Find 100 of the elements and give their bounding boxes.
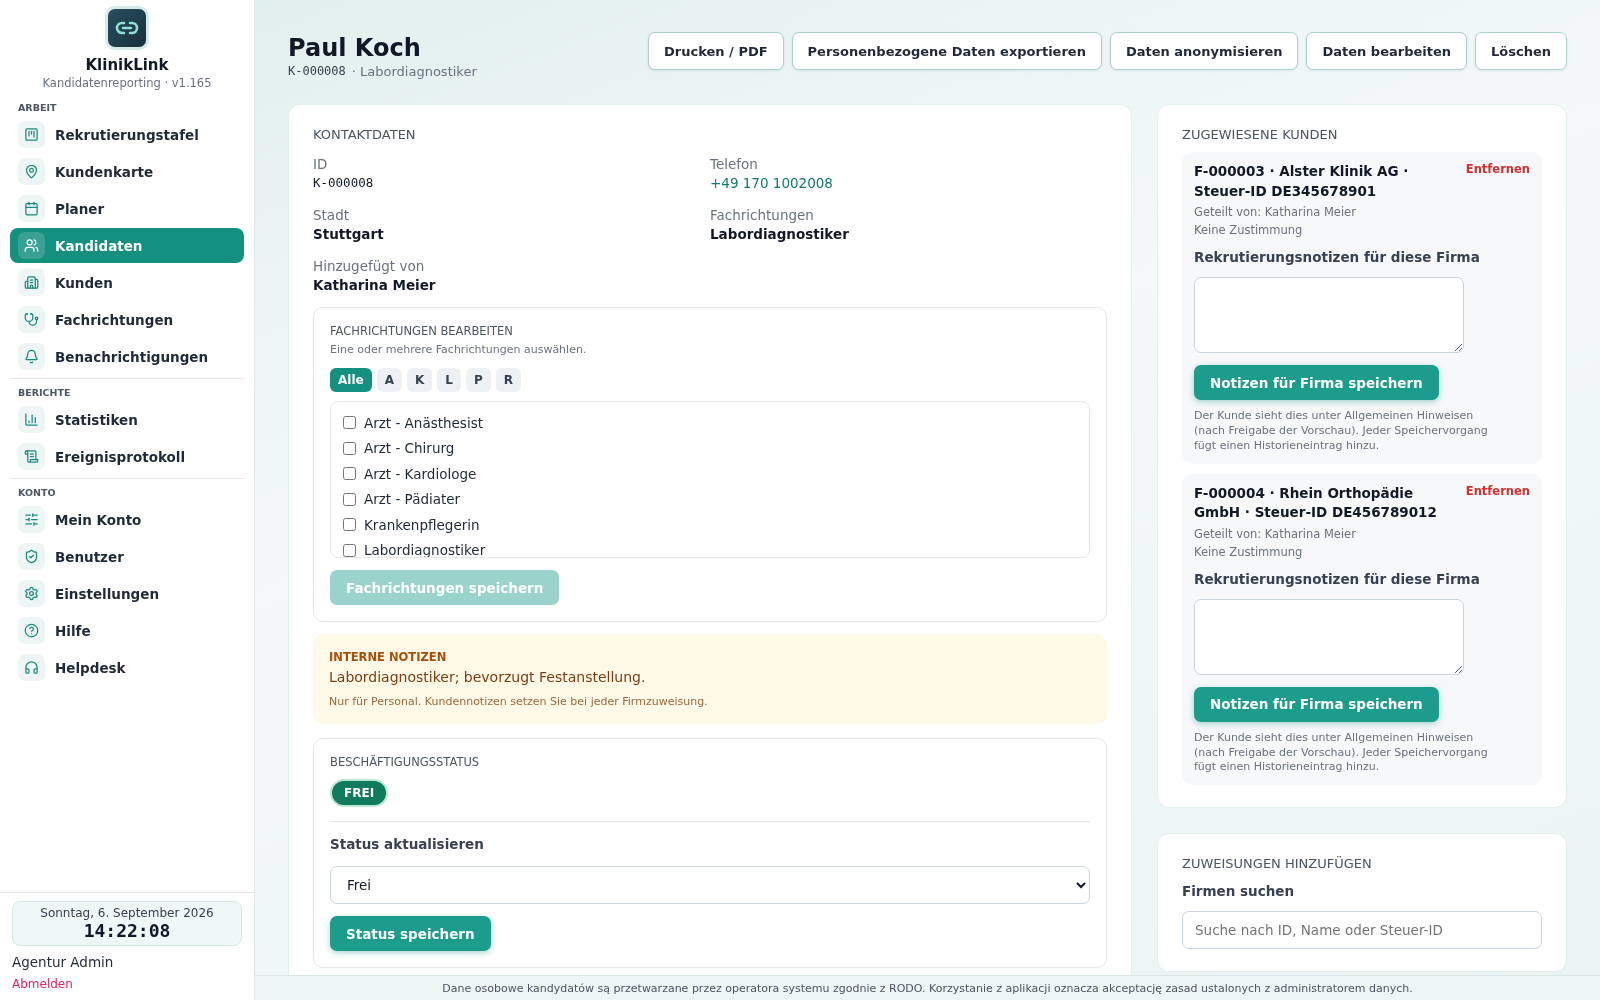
shield-icon bbox=[18, 543, 45, 570]
checkbox[interactable] bbox=[343, 441, 356, 455]
candidate-name: Paul Koch bbox=[288, 34, 422, 62]
clock-time: 14:22:08 bbox=[83, 920, 171, 941]
checkbox[interactable] bbox=[343, 492, 356, 506]
nav-item[interactable]: Kunden bbox=[10, 265, 244, 300]
phone-link[interactable]: +49 170 1002008 bbox=[710, 175, 1107, 191]
nav-item[interactable]: Mein Konto bbox=[10, 502, 244, 537]
nav-item[interactable]: Kundenkarte bbox=[10, 154, 244, 189]
privacy-notice: Dane osobowe kandydatów są przetwarzane przez operatora systemu zgodnie z RODO. Korzystanie z aplikacji oznacza akceptację zasad ustalonych z administratorem danych. bbox=[255, 975, 1600, 1000]
section-heading: KONTO bbox=[17, 486, 57, 500]
headset-icon bbox=[18, 654, 45, 681]
nav-item[interactable]: Benutzer bbox=[10, 539, 244, 574]
option-label: Krankenpflegerin bbox=[364, 516, 480, 533]
option-label: Arzt - Anästhesist bbox=[364, 414, 483, 431]
bar-chart-icon bbox=[18, 406, 45, 433]
nav-item[interactable]: Kandidaten bbox=[10, 228, 244, 263]
filter-chip[interactable]: L bbox=[437, 368, 461, 392]
action-button[interactable]: Löschen bbox=[1475, 32, 1567, 70]
client-hint: Der Kunde sieht dies unter Allgemeinen Hinweisen (nach Freigabe der Vorschau). Jeder Speichervorgang fügt einen Historieneintrag hinzu. bbox=[1194, 730, 1489, 776]
field-value: Labordiagnostiker bbox=[710, 226, 850, 242]
users-icon bbox=[18, 232, 45, 259]
notes-field[interactable] bbox=[1194, 277, 1464, 354]
scroll-icon bbox=[18, 443, 45, 470]
consent-status: Keine Zustimmung bbox=[1194, 544, 1304, 559]
field-label: Telefon bbox=[710, 156, 759, 172]
search-field[interactable]: Suche nach ID, Name oder Steuer-ID bbox=[1182, 911, 1542, 950]
sliders-icon bbox=[18, 506, 45, 533]
field-label: Fachrichtungen bbox=[710, 207, 815, 223]
remove-link[interactable]: Entfernen bbox=[1465, 483, 1530, 523]
status-badge: FREI bbox=[330, 779, 389, 807]
section-heading: ARBEIT bbox=[17, 101, 58, 115]
building-icon bbox=[18, 269, 45, 296]
filter-chip[interactable]: R bbox=[495, 368, 521, 392]
logo-icon bbox=[105, 6, 149, 50]
nav-item[interactable]: Rekrutierungstafel bbox=[10, 117, 244, 152]
panel-title: FACHRICHTUNGEN BEARBEITEN bbox=[330, 324, 514, 338]
status-select[interactable]: Frei bbox=[330, 866, 1090, 904]
notes-title: INTERNE NOTIZEN bbox=[329, 650, 448, 664]
action-button[interactable]: Daten bearbeiten bbox=[1306, 32, 1467, 70]
action-button[interactable]: Daten anonymisieren bbox=[1109, 32, 1299, 70]
nav-item[interactable]: Fachrichtungen bbox=[10, 302, 244, 337]
client-hint: Der Kunde sieht dies unter Allgemeinen Hinweisen (nach Freigabe der Vorschau). Jeder Speichervorgang fügt einen Historieneintrag hinzu. bbox=[1194, 409, 1489, 454]
brand-name: KlinikLink bbox=[85, 56, 169, 74]
checkbox[interactable] bbox=[343, 467, 356, 481]
client-name: F-000003 · Alster Klinik AG · Steuer-ID DE345678901 bbox=[1194, 162, 1410, 201]
checkbox[interactable] bbox=[343, 543, 356, 557]
shared-by: Geteilt von: Katharina Meier bbox=[1194, 526, 1357, 541]
panel-hint: Eine oder mehrere Fachrichtungen auswählen. bbox=[330, 343, 588, 356]
notes-text: Labordiagnostiker; bevorzugt Festanstellung. bbox=[329, 669, 647, 685]
notes-hint: Nur für Personal. Kundennotizen setzen Sie bei jeder Firmzuweisung. bbox=[329, 695, 709, 708]
nav-item[interactable]: Planer bbox=[10, 191, 244, 226]
nav-item[interactable]: Statistiken bbox=[10, 402, 244, 437]
user-name: Agentur Admin bbox=[12, 954, 115, 970]
kanban-icon bbox=[18, 121, 45, 148]
logout-link[interactable]: Abmelden bbox=[12, 977, 73, 991]
consent-status: Keine Zustimmung bbox=[1194, 223, 1304, 238]
option-label: Arzt - Kardiologe bbox=[364, 465, 477, 482]
remove-link[interactable]: Entfernen bbox=[1465, 162, 1530, 202]
nav-item[interactable]: Benachrichtigungen bbox=[10, 339, 244, 374]
shared-by: Geteilt von: Katharina Meier bbox=[1194, 205, 1357, 220]
bell-icon bbox=[18, 343, 45, 370]
nav-item[interactable]: Hilfe bbox=[10, 613, 244, 648]
filter-chip[interactable]: P bbox=[465, 368, 491, 392]
field-label: Hinzugefügt von bbox=[313, 258, 426, 274]
nav-item[interactable]: Einstellungen bbox=[10, 576, 244, 611]
calendar-icon bbox=[18, 195, 45, 222]
action-button[interactable]: Personenbezogene Daten exportieren bbox=[791, 32, 1102, 70]
candidate-id: K-000008 bbox=[288, 64, 346, 79]
card-title: ZUGEWIESENE KUNDEN bbox=[1182, 127, 1339, 142]
field-value: K-000008 bbox=[313, 175, 375, 190]
field-label: Stadt bbox=[313, 207, 350, 223]
filter-chip[interactable]: A bbox=[376, 368, 402, 392]
section-heading: BERICHTE bbox=[17, 386, 72, 400]
stethoscope-icon bbox=[18, 306, 45, 333]
field-label: Rekrutierungsnotizen für diese Firma bbox=[1194, 249, 1481, 266]
filter-chip[interactable]: K bbox=[406, 368, 433, 392]
nav-item[interactable]: Ereignisprotokoll bbox=[10, 439, 244, 474]
option-label: Arzt - Pädiater bbox=[364, 491, 461, 508]
clock-date: Sonntag, 6. September 2026 bbox=[40, 906, 214, 920]
panel-title: BESCHÄFTIGUNGSSTATUS bbox=[330, 755, 481, 769]
field-label: Firmen suchen bbox=[1182, 883, 1296, 900]
checkbox[interactable] bbox=[343, 416, 356, 430]
settings-icon bbox=[18, 580, 45, 607]
nav-item[interactable]: Helpdesk bbox=[10, 650, 244, 685]
field-label: ID bbox=[313, 156, 329, 172]
map-pin-icon bbox=[18, 158, 45, 185]
field-label: Rekrutierungsnotizen für diese Firma bbox=[1194, 570, 1481, 587]
action-button[interactable]: Drucken / PDF bbox=[648, 32, 784, 70]
client-name: F-000004 · Rhein Orthopädie GmbH · Steuer-ID DE456789012 bbox=[1194, 483, 1438, 523]
notes-field[interactable] bbox=[1194, 598, 1464, 675]
field-label: Status aktualisieren bbox=[330, 836, 485, 852]
candidate-role: · Labordiagnostiker bbox=[351, 64, 477, 79]
filter-chip[interactable]: Alle bbox=[330, 368, 372, 392]
help-icon bbox=[18, 617, 45, 644]
app-subtitle: Kandidatenreporting · v1.165 bbox=[42, 76, 212, 90]
checkbox[interactable] bbox=[343, 518, 356, 532]
card-title: KONTAKTDATEN bbox=[313, 127, 417, 142]
card-title: ZUWEISUNGEN HINZUFÜGEN bbox=[1182, 856, 1373, 872]
option-label: Arzt - Chirurg bbox=[364, 440, 455, 457]
